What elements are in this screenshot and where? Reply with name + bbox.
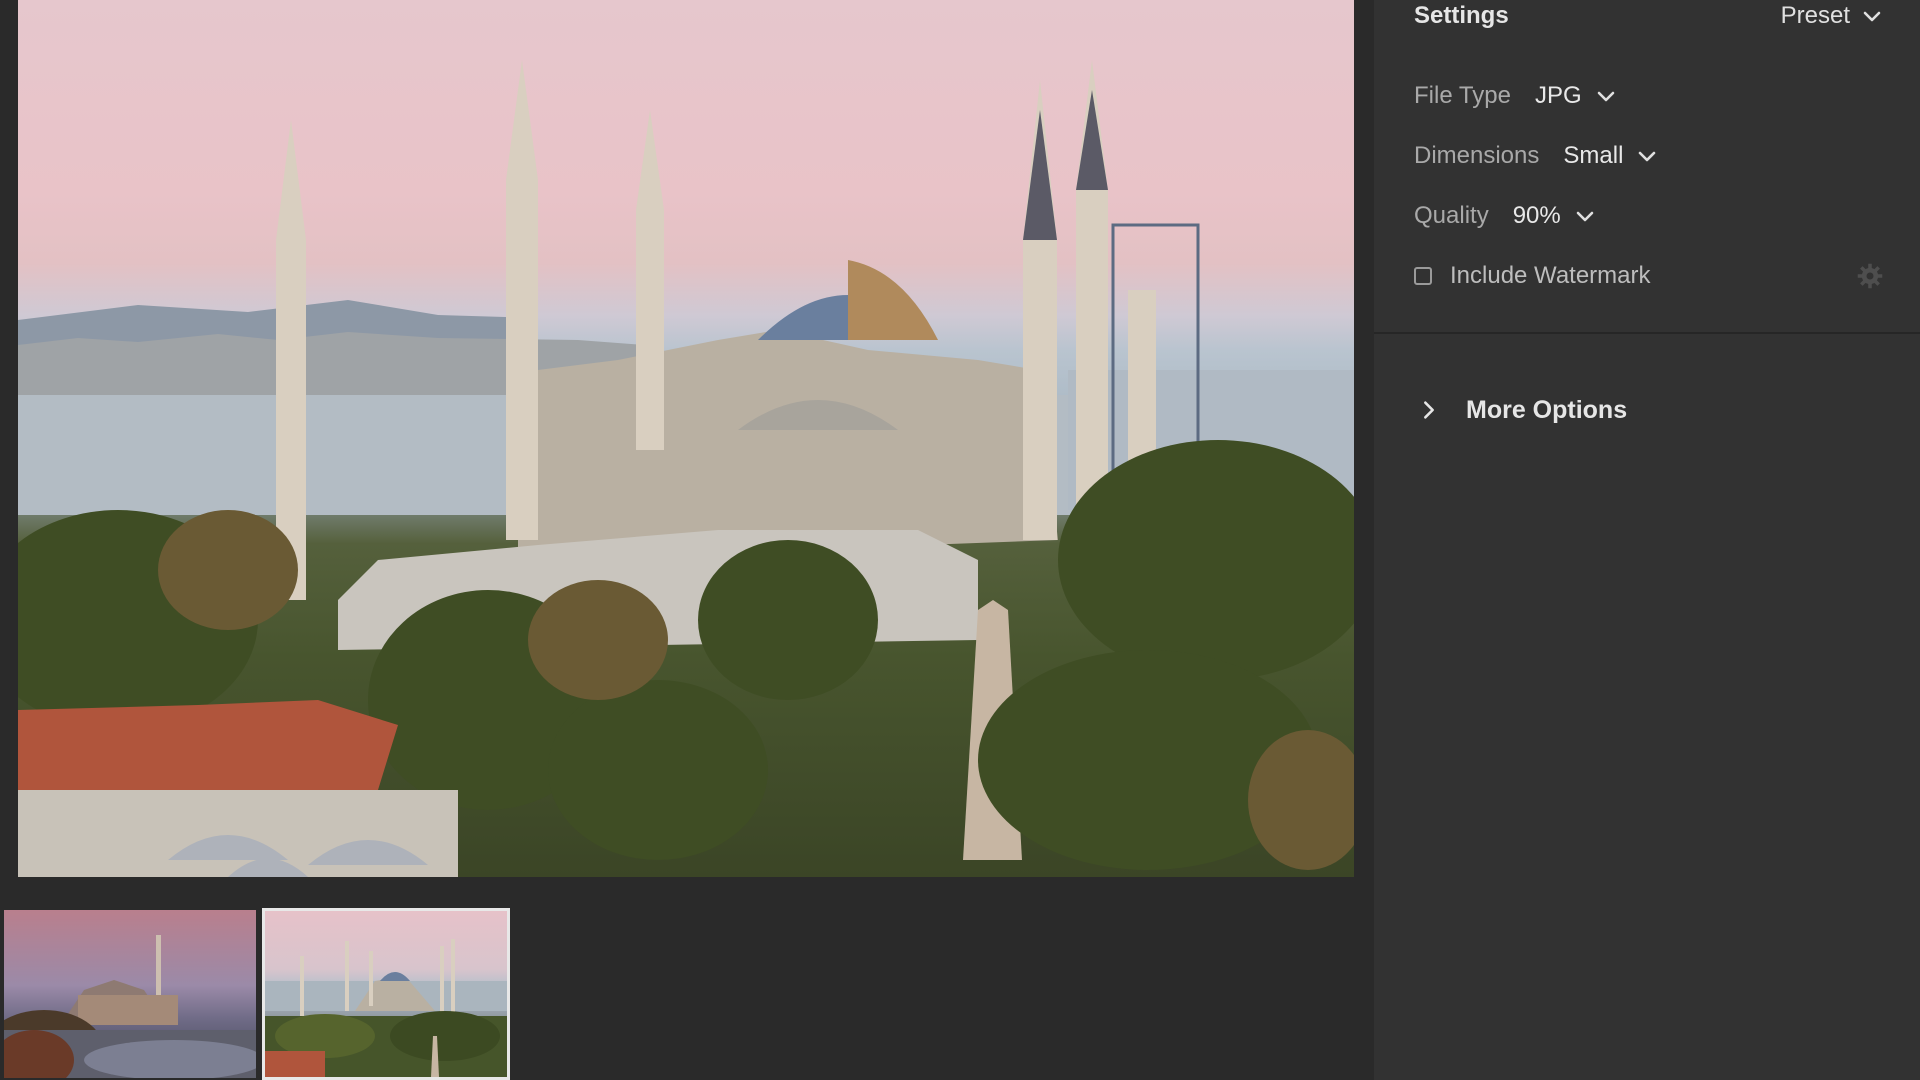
main-photo-preview [18,0,1354,877]
file-type-label: File Type [1414,82,1511,109]
quality-row: Quality 90% [1414,196,1597,236]
file-type-dropdown[interactable]: JPG [1535,82,1618,110]
watermark-checkbox[interactable] [1414,267,1432,285]
more-options-label: More Options [1466,395,1628,424]
thumbnail-1[interactable] [4,910,256,1078]
export-settings-panel: Settings Preset File Type JPG Dimensions… [1374,0,1920,1080]
mosque-photo [18,60,1354,877]
settings-header: Settings Preset [1414,0,1884,36]
chevron-down-icon [1573,204,1597,228]
thumbnail-photo [4,910,256,1078]
chevron-down-icon [1635,144,1659,168]
dimensions-label: Dimensions [1414,142,1540,169]
file-type-row: File Type JPG [1414,76,1618,116]
chevron-down-icon [1594,84,1618,108]
quality-label: Quality [1414,202,1489,229]
watermark-label[interactable]: Include Watermark [1450,262,1651,290]
quality-value: 90% [1512,202,1561,229]
filmstrip [0,906,520,1080]
quality-dropdown[interactable]: 90% [1513,202,1597,230]
section-divider [1374,332,1920,334]
chevron-right-icon [1418,399,1440,421]
gear-icon[interactable] [1856,262,1884,290]
more-options-toggle[interactable]: More Options [1418,390,1627,430]
preset-label: Preset [1780,2,1850,29]
dimensions-value: Small [1563,142,1624,169]
thumbnail-2-selected[interactable] [262,908,510,1080]
chevron-down-icon [1860,4,1884,28]
preset-dropdown[interactable]: Preset [1781,2,1884,30]
settings-title: Settings [1414,2,1509,29]
preview-area [0,0,1374,1080]
watermark-row: Include Watermark [1414,256,1884,296]
dimensions-dropdown[interactable]: Small [1563,142,1659,170]
file-type-value: JPG [1534,82,1582,109]
thumbnail-photo [265,911,507,1077]
dimensions-row: Dimensions Small [1414,136,1659,176]
